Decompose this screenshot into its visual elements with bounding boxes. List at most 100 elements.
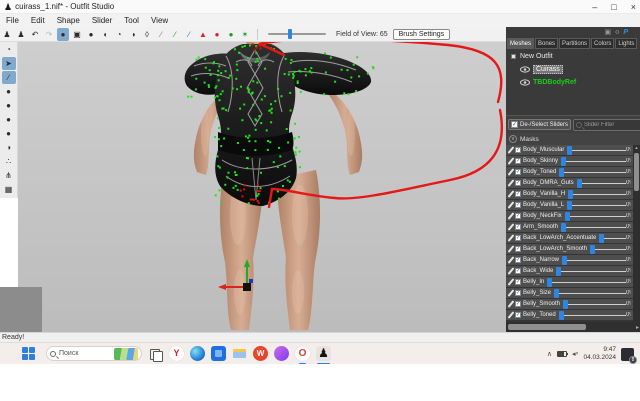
grid-tool-icon[interactable]: ▦ <box>2 183 16 196</box>
slider-track[interactable] <box>599 234 626 243</box>
slider-track[interactable] <box>556 267 626 276</box>
slider-thumb[interactable] <box>547 278 552 287</box>
slider-thumb[interactable] <box>567 146 572 155</box>
inflate-brush-icon[interactable]: ● <box>85 28 97 41</box>
scroll-right-icon[interactable]: ▸ <box>636 324 639 331</box>
blue-app[interactable] <box>211 346 226 361</box>
slider-track[interactable] <box>563 300 626 309</box>
horizontal-scrollbar[interactable]: ▸ <box>506 322 640 332</box>
eraser-icon[interactable]: ◊ <box>141 28 153 41</box>
visibility-eye-icon[interactable] <box>520 79 530 86</box>
ring-icon[interactable]: ○ <box>615 27 619 38</box>
scrollbar-thumb[interactable] <box>634 153 639 191</box>
red-sphere-icon[interactable]: ● <box>211 28 223 41</box>
slider-thumb[interactable] <box>561 223 566 232</box>
hscrollbar-thumb[interactable] <box>508 324 586 330</box>
file-explorer[interactable] <box>232 346 247 361</box>
slider-checkbox[interactable]: ✓ <box>515 257 521 263</box>
slider-thumb[interactable] <box>565 212 570 221</box>
edit-slider-icon[interactable] <box>508 179 515 186</box>
edit-slider-icon[interactable] <box>508 256 515 263</box>
slider-track[interactable] <box>559 311 626 320</box>
yandex-browser[interactable]: Y <box>169 346 184 361</box>
slider-thumb[interactable] <box>590 245 595 254</box>
panel-tab[interactable]: Meshes <box>507 38 534 49</box>
viewport-3d[interactable] <box>18 42 506 332</box>
slider-track[interactable] <box>590 245 626 254</box>
smooth-brush-icon[interactable]: ◔ <box>113 28 125 41</box>
green-sphere-icon[interactable]: ● <box>225 28 237 41</box>
panel-tab[interactable]: Bones <box>535 38 558 49</box>
paypal-icon[interactable]: P <box>623 27 628 38</box>
view-tool-icon[interactable]: ◔ <box>2 43 16 56</box>
redo-icon[interactable]: ↷ <box>43 28 55 41</box>
panel-tab[interactable]: Lights <box>615 38 637 49</box>
slider-checkbox[interactable]: ✓ <box>515 235 521 241</box>
slider-track[interactable] <box>559 168 626 177</box>
slider-track[interactable] <box>561 157 626 166</box>
slider-thumb[interactable] <box>561 157 566 166</box>
edit-slider-icon[interactable] <box>508 201 515 208</box>
load-outfit-icon[interactable]: ♟ <box>1 28 13 41</box>
pen-green-icon[interactable]: ∕ <box>169 28 181 41</box>
slider-thumb[interactable] <box>556 267 561 276</box>
deflate-brush-icon[interactable]: ◖ <box>99 28 111 41</box>
mask-tool-icon[interactable]: ● <box>2 85 16 98</box>
slider-track[interactable] <box>554 289 626 298</box>
slider-track[interactable] <box>562 256 626 265</box>
menu-item[interactable]: View <box>145 14 174 27</box>
outfit-studio-app[interactable]: ♟ <box>316 346 331 361</box>
slider-checkbox[interactable]: ✓ <box>515 290 521 296</box>
edit-slider-icon[interactable] <box>508 267 515 274</box>
slider-track[interactable] <box>567 146 626 155</box>
notification-icon[interactable]: 8 <box>621 348 634 361</box>
taskbar-search[interactable]: Поиск <box>46 346 142 361</box>
slider-thumb[interactable] <box>563 300 568 309</box>
edit-slider-icon[interactable] <box>508 300 515 307</box>
slider-track[interactable] <box>565 212 626 221</box>
edit-slider-icon[interactable] <box>508 146 515 153</box>
menu-item[interactable]: Tool <box>118 14 145 27</box>
slider-checkbox[interactable]: ✓ <box>515 202 521 208</box>
slider-checkbox[interactable]: ✓ <box>515 169 521 175</box>
monitor-icon[interactable]: ▣ <box>604 27 611 38</box>
fov-slider[interactable] <box>268 29 326 39</box>
chevron-down-icon[interactable]: ∨ <box>509 135 517 143</box>
pen-blue-icon[interactable]: ∕ <box>183 28 195 41</box>
mask-brush-icon[interactable]: ● <box>57 28 69 41</box>
slider-filter-input[interactable] <box>584 122 640 128</box>
panel-tab[interactable]: Partitions <box>559 38 590 49</box>
edit-slider-icon[interactable] <box>508 289 515 296</box>
slider-thumb[interactable] <box>554 289 559 298</box>
bone-tool-icon[interactable]: ⋔ <box>2 169 16 182</box>
collision-icon[interactable]: ▲ <box>197 28 209 41</box>
move-brush-icon[interactable]: ◑ <box>127 28 139 41</box>
tray-chevron-icon[interactable]: ∧ <box>547 350 552 358</box>
smooth-tool-icon[interactable]: ◑ <box>2 141 16 154</box>
edit-slider-icon[interactable] <box>508 234 515 241</box>
brush-tool-icon[interactable]: ∕ <box>2 71 16 84</box>
deselect-sliders-button[interactable]: ✓ De-/Select Sliders <box>508 119 571 130</box>
slider-checkbox[interactable]: ✓ <box>515 224 521 230</box>
slider-thumb[interactable] <box>599 234 604 243</box>
edit-slider-icon[interactable] <box>508 212 515 219</box>
edit-slider-icon[interactable] <box>508 157 515 164</box>
menu-item[interactable]: Slider <box>86 14 118 27</box>
masks-group-header[interactable]: ∨ Masks <box>506 133 640 145</box>
slider-track[interactable] <box>561 223 626 232</box>
slider-checkbox[interactable]: ✓ <box>515 191 521 197</box>
slider-thumb[interactable] <box>577 179 582 188</box>
inflate-tool-icon[interactable]: ● <box>2 99 16 112</box>
scroll-up-icon[interactable]: ▴ <box>635 145 638 151</box>
tree-item-cuirass[interactable]: Cuirass <box>506 63 640 76</box>
slider-thumb[interactable] <box>567 201 572 210</box>
slider-checkbox[interactable]: ✓ <box>515 147 521 153</box>
model-canvas[interactable] <box>18 42 506 332</box>
visibility-eye-icon[interactable] <box>520 66 530 73</box>
maximize-button[interactable]: □ <box>611 2 616 12</box>
vertex-tool-icon[interactable]: ∴ <box>2 155 16 168</box>
deflate-tool-icon[interactable]: ● <box>2 113 16 126</box>
transform-icon[interactable]: ✶ <box>239 28 251 41</box>
edit-slider-icon[interactable] <box>508 311 515 318</box>
unmask-brush-icon[interactable]: ▣ <box>71 28 83 41</box>
